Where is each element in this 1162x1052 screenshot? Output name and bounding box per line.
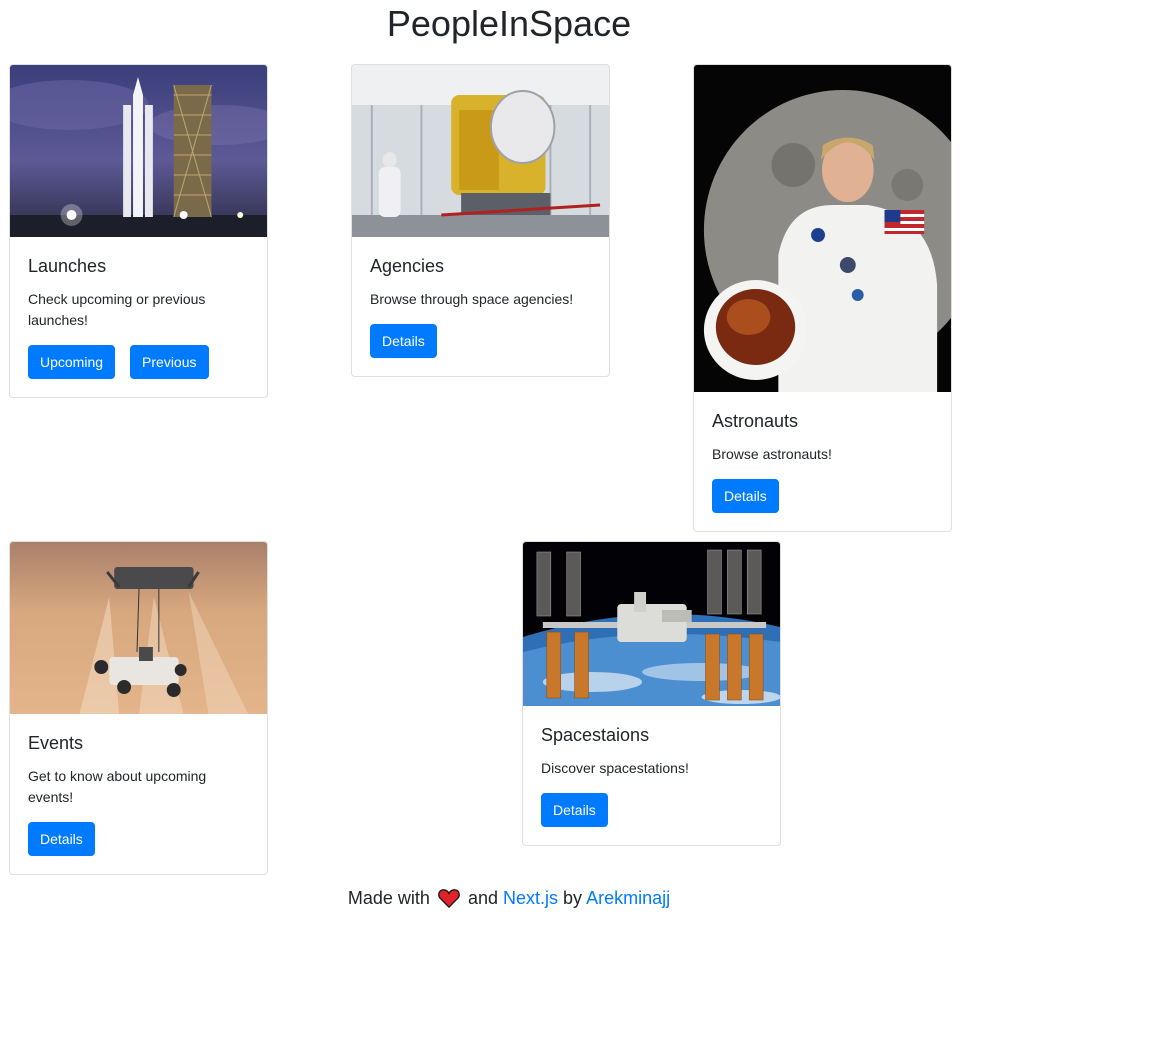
- nextjs-link[interactable]: Next.js: [503, 888, 558, 908]
- spacestations-image: [523, 542, 780, 706]
- agencies-image: [352, 65, 609, 237]
- spacestations-text: Discover spacestations!: [541, 760, 689, 776]
- agencies-card-body: Agencies Browse through space agencies! …: [352, 237, 609, 376]
- launches-text: Check upcoming or previous launches!: [28, 291, 206, 328]
- agencies-title: Agencies: [370, 256, 445, 276]
- agencies-text: Browse through space agencies!: [370, 291, 574, 307]
- launches-card-body: Launches Check upcoming or previous laun…: [10, 237, 267, 397]
- previous-button[interactable]: Previous: [130, 345, 209, 379]
- spacestations-card-body: Spacestaions Discover spacestations! Det…: [523, 706, 780, 845]
- launches-image: [10, 65, 267, 237]
- launches-title: Launches: [28, 256, 107, 276]
- card-agencies: Agencies Browse through space agencies! …: [351, 64, 610, 377]
- astronauts-text: Browse astronauts!: [712, 446, 832, 462]
- footer-made-with: Made with: [347, 888, 430, 908]
- page: PeopleInSpace Launches Check upcoming or…: [0, 0, 1162, 1052]
- events-title: Events: [28, 733, 84, 753]
- astronauts-image: [694, 65, 951, 392]
- spacestations-title: Spacestaions: [541, 725, 650, 745]
- card-events: Events Get to know about upcoming events…: [9, 541, 268, 875]
- astronauts-title: Astronauts: [712, 411, 799, 431]
- author-link[interactable]: Arekminajj: [586, 888, 670, 908]
- upcoming-button[interactable]: Upcoming: [28, 345, 116, 379]
- astronauts-card-body: Astronauts Browse astronauts! Details: [694, 392, 951, 531]
- card-astronauts: Astronauts Browse astronauts! Details: [693, 64, 952, 532]
- events-image: [10, 542, 267, 714]
- astronauts-details-button[interactable]: Details: [712, 479, 779, 513]
- footer-and: and: [467, 888, 498, 908]
- spacestations-details-button[interactable]: Details: [541, 793, 608, 827]
- events-card-body: Events Get to know about upcoming events…: [10, 714, 267, 874]
- events-details-button[interactable]: Details: [28, 822, 95, 856]
- heart-icon: [438, 888, 460, 909]
- agencies-details-button[interactable]: Details: [370, 324, 437, 358]
- footer: Made with and Next.js by Arekminajj: [0, 885, 1018, 911]
- page-title: PeopleInSpace: [386, 3, 632, 44]
- events-text: Get to know about upcoming events!: [28, 768, 207, 805]
- card-launches: Launches Check upcoming or previous laun…: [9, 64, 268, 398]
- card-spacestations: Spacestaions Discover spacestations! Det…: [522, 541, 781, 846]
- footer-by: by: [563, 888, 583, 908]
